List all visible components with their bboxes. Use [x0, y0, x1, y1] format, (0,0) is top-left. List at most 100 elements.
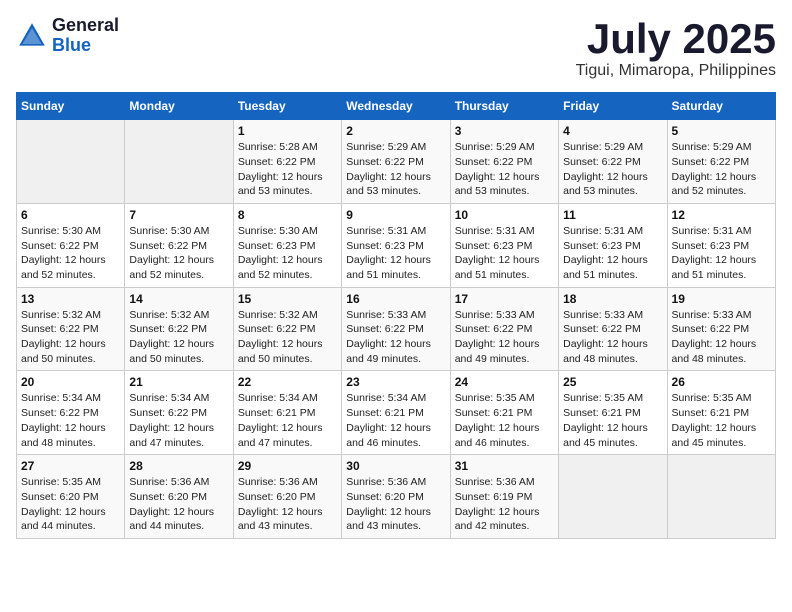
calendar-cell: 16Sunrise: 5:33 AMSunset: 6:22 PMDayligh…: [342, 287, 450, 371]
calendar-cell: 6 Sunrise: 5:30 AMSunset: 6:22 PMDaylight…: [17, 203, 125, 287]
logo: General Blue: [16, 16, 119, 56]
day-info: Sunrise: 5:31 AMSunset: 6:23 PMDaylight:…: [672, 224, 771, 283]
day-info: Sunrise: 5:35 AMSunset: 6:21 PMDaylight:…: [672, 391, 771, 450]
day-info: Sunrise: 5:32 AMSunset: 6:22 PMDaylight:…: [238, 308, 337, 367]
day-number: 18: [563, 292, 662, 306]
title-block: July 2025 Tigui, Mimaropa, Philippines: [576, 16, 776, 80]
day-info: Sunrise: 5:29 AMSunset: 6:22 PMDaylight:…: [346, 140, 445, 199]
day-number: 16: [346, 292, 445, 306]
day-info: Sunrise: 5:29 AMSunset: 6:22 PMDaylight:…: [455, 140, 554, 199]
calendar-cell: 19Sunrise: 5:33 AMSunset: 6:22 PMDayligh…: [667, 287, 775, 371]
day-number: 29: [238, 459, 337, 473]
page-header: General Blue July 2025 Tigui, Mimaropa, …: [16, 16, 776, 80]
calendar-table: SundayMondayTuesdayWednesdayThursdayFrid…: [16, 92, 776, 539]
calendar-cell: 5 Sunrise: 5:29 AMSunset: 6:22 PMDaylight…: [667, 120, 775, 204]
weekday-header: Wednesday: [342, 93, 450, 120]
day-info: Sunrise: 5:32 AMSunset: 6:22 PMDaylight:…: [129, 308, 228, 367]
calendar-cell: 10 Sunrise: 5:31 AMSunset: 6:23 PMDayligh…: [450, 203, 558, 287]
day-number: 14: [129, 292, 228, 306]
day-info: Sunrise: 5:34 AMSunset: 6:21 PMDaylight:…: [238, 391, 337, 450]
calendar-cell: 21Sunrise: 5:34 AMSunset: 6:22 PMDayligh…: [125, 371, 233, 455]
day-number: 30: [346, 459, 445, 473]
day-info: Sunrise: 5:36 AMSunset: 6:19 PMDaylight:…: [455, 475, 554, 534]
day-number: 24: [455, 375, 554, 389]
day-number: 12: [672, 208, 771, 222]
calendar-cell: 22 Sunrise: 5:34 AMSunset: 6:21 PMDayligh…: [233, 371, 341, 455]
day-number: 25: [563, 375, 662, 389]
day-info: Sunrise: 5:36 AMSunset: 6:20 PMDaylight:…: [346, 475, 445, 534]
day-number: 20: [21, 375, 120, 389]
day-info: Sunrise: 5:28 AMSunset: 6:22 PMDaylight:…: [238, 140, 337, 199]
day-info: Sunrise: 5:33 AMSunset: 6:22 PMDaylight:…: [563, 308, 662, 367]
day-number: 4: [563, 124, 662, 138]
day-info: Sunrise: 5:29 AMSunset: 6:22 PMDaylight:…: [563, 140, 662, 199]
calendar-cell: 26Sunrise: 5:35 AMSunset: 6:21 PMDayligh…: [667, 371, 775, 455]
day-number: 3: [455, 124, 554, 138]
day-info: Sunrise: 5:36 AMSunset: 6:20 PMDaylight:…: [129, 475, 228, 534]
day-number: 5: [672, 124, 771, 138]
day-number: 2: [346, 124, 445, 138]
day-info: Sunrise: 5:29 AMSunset: 6:22 PMDaylight:…: [672, 140, 771, 199]
calendar-cell: [17, 120, 125, 204]
logo-line2: Blue: [52, 36, 119, 56]
calendar-cell: 25 Sunrise: 5:35 AMSunset: 6:21 PMDayligh…: [559, 371, 667, 455]
calendar-body: 1 Sunrise: 5:28 AMSunset: 6:22 PMDaylight…: [17, 120, 776, 539]
weekday-header: Friday: [559, 93, 667, 120]
day-number: 23: [346, 375, 445, 389]
day-number: 1: [238, 124, 337, 138]
day-number: 6: [21, 208, 120, 222]
day-info: Sunrise: 5:31 AMSunset: 6:23 PMDaylight:…: [563, 224, 662, 283]
day-info: Sunrise: 5:35 AMSunset: 6:21 PMDaylight:…: [563, 391, 662, 450]
calendar-cell: [559, 455, 667, 539]
calendar-cell: 28 Sunrise: 5:36 AMSunset: 6:20 PMDayligh…: [125, 455, 233, 539]
day-number: 28: [129, 459, 228, 473]
calendar-week-row: 13 Sunrise: 5:32 AMSunset: 6:22 PMDayligh…: [17, 287, 776, 371]
day-info: Sunrise: 5:34 AMSunset: 6:21 PMDaylight:…: [346, 391, 445, 450]
day-info: Sunrise: 5:36 AMSunset: 6:20 PMDaylight:…: [238, 475, 337, 534]
header-row: SundayMondayTuesdayWednesdayThursdayFrid…: [17, 93, 776, 120]
logo-icon: [16, 20, 48, 52]
calendar-cell: 2 Sunrise: 5:29 AMSunset: 6:22 PMDaylight…: [342, 120, 450, 204]
day-info: Sunrise: 5:35 AMSunset: 6:20 PMDaylight:…: [21, 475, 120, 534]
day-number: 22: [238, 375, 337, 389]
calendar-cell: 8Sunrise: 5:30 AMSunset: 6:23 PMDaylight…: [233, 203, 341, 287]
calendar-cell: 14 Sunrise: 5:32 AMSunset: 6:22 PMDayligh…: [125, 287, 233, 371]
calendar-header: SundayMondayTuesdayWednesdayThursdayFrid…: [17, 93, 776, 120]
weekday-header: Sunday: [17, 93, 125, 120]
calendar-cell: 7 Sunrise: 5:30 AMSunset: 6:22 PMDaylight…: [125, 203, 233, 287]
calendar-cell: 12 Sunrise: 5:31 AMSunset: 6:23 PMDayligh…: [667, 203, 775, 287]
calendar-cell: 17 Sunrise: 5:33 AMSunset: 6:22 PMDayligh…: [450, 287, 558, 371]
calendar-cell: 27Sunrise: 5:35 AMSunset: 6:20 PMDayligh…: [17, 455, 125, 539]
calendar-cell: 18 Sunrise: 5:33 AMSunset: 6:22 PMDayligh…: [559, 287, 667, 371]
day-info: Sunrise: 5:30 AMSunset: 6:23 PMDaylight:…: [238, 224, 337, 283]
day-info: Sunrise: 5:34 AMSunset: 6:22 PMDaylight:…: [21, 391, 120, 450]
calendar-cell: 23 Sunrise: 5:34 AMSunset: 6:21 PMDayligh…: [342, 371, 450, 455]
logo-line1: General: [52, 16, 119, 36]
weekday-header: Tuesday: [233, 93, 341, 120]
calendar-cell: 31 Sunrise: 5:36 AMSunset: 6:19 PMDayligh…: [450, 455, 558, 539]
day-number: 15: [238, 292, 337, 306]
calendar-week-row: 20 Sunrise: 5:34 AMSunset: 6:22 PMDayligh…: [17, 371, 776, 455]
day-number: 31: [455, 459, 554, 473]
day-info: Sunrise: 5:34 AMSunset: 6:22 PMDaylight:…: [129, 391, 228, 450]
day-info: Sunrise: 5:30 AMSunset: 6:22 PMDaylight:…: [129, 224, 228, 283]
day-info: Sunrise: 5:31 AMSunset: 6:23 PMDaylight:…: [455, 224, 554, 283]
calendar-cell: 1 Sunrise: 5:28 AMSunset: 6:22 PMDaylight…: [233, 120, 341, 204]
weekday-header: Monday: [125, 93, 233, 120]
day-info: Sunrise: 5:33 AMSunset: 6:22 PMDaylight:…: [455, 308, 554, 367]
day-number: 7: [129, 208, 228, 222]
location: Tigui, Mimaropa, Philippines: [576, 62, 776, 80]
day-number: 17: [455, 292, 554, 306]
calendar-cell: 30 Sunrise: 5:36 AMSunset: 6:20 PMDayligh…: [342, 455, 450, 539]
day-info: Sunrise: 5:31 AMSunset: 6:23 PMDaylight:…: [346, 224, 445, 283]
calendar-cell: [667, 455, 775, 539]
month-title: July 2025: [576, 16, 776, 62]
calendar-week-row: 27Sunrise: 5:35 AMSunset: 6:20 PMDayligh…: [17, 455, 776, 539]
calendar-week-row: 1 Sunrise: 5:28 AMSunset: 6:22 PMDaylight…: [17, 120, 776, 204]
day-number: 10: [455, 208, 554, 222]
calendar-cell: 29 Sunrise: 5:36 AMSunset: 6:20 PMDayligh…: [233, 455, 341, 539]
day-number: 13: [21, 292, 120, 306]
weekday-header: Thursday: [450, 93, 558, 120]
day-info: Sunrise: 5:30 AMSunset: 6:22 PMDaylight:…: [21, 224, 120, 283]
day-info: Sunrise: 5:33 AMSunset: 6:22 PMDaylight:…: [672, 308, 771, 367]
